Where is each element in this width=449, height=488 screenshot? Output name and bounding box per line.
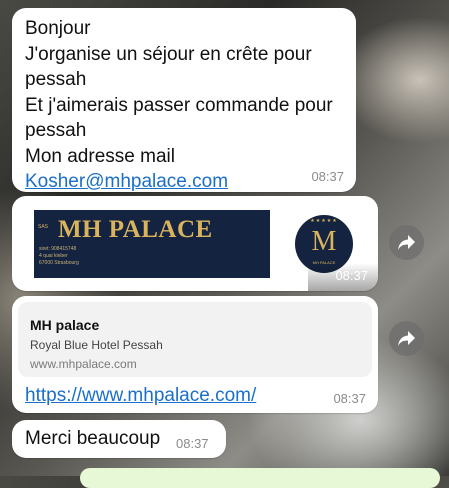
message-timestamp: 08:37	[335, 268, 368, 283]
link-preview-card[interactable]: MH palace Royal Blue Hotel Pessah www.mh…	[18, 302, 372, 377]
link-preview-domain: www.mhpalace.com	[30, 357, 137, 371]
banner-siret: siret: 908415748	[39, 246, 77, 252]
logo-stars: ★★★★★	[310, 218, 338, 224]
forward-icon	[398, 235, 415, 250]
message-timestamp: 08:37	[333, 391, 366, 406]
message-line: pessah	[25, 120, 87, 141]
message-line: pessah	[25, 69, 87, 90]
message-bubble-image[interactable]: SAS MH PALACE siret: 908415748 4 quai kl…	[12, 196, 378, 291]
message-timestamp: 08:37	[311, 169, 344, 184]
message-bubble-thanks[interactable]: Merci beaucoup 08:37	[12, 420, 226, 458]
website-link[interactable]: https://www.mhpalace.com/	[25, 385, 256, 407]
mh-palace-banner-image[interactable]: SAS MH PALACE siret: 908415748 4 quai kl…	[34, 210, 270, 278]
email-link[interactable]: Kosher@mhpalace.com	[25, 169, 333, 195]
outgoing-message-bubble-partial[interactable]	[80, 468, 440, 488]
message-timestamp: 08:37	[176, 436, 209, 451]
banner-brand-name: MH PALACE	[58, 216, 213, 243]
logo-monogram: M	[311, 226, 337, 257]
message-line: Mon adresse mail	[25, 145, 175, 167]
message-line: J'organise un séjour en crête pour	[25, 43, 312, 65]
forward-button[interactable]	[389, 225, 424, 260]
message-line: Bonjour	[25, 18, 91, 39]
banner-address: siret: 908415748 4 quai kleber 67000 Str…	[39, 246, 79, 267]
forward-button[interactable]	[389, 321, 424, 356]
forward-icon	[398, 331, 415, 346]
banner-city: 67000 Strasbourg	[39, 260, 79, 266]
message-bubble-link[interactable]: MH palace Royal Blue Hotel Pessah www.mh…	[12, 296, 378, 413]
link-preview-description: Royal Blue Hotel Pessah	[30, 338, 163, 352]
banner-sas-label: SAS	[38, 224, 49, 230]
link-preview-title: MH palace	[30, 317, 100, 333]
banner-street: 4 quai kleber	[39, 253, 68, 259]
message-text: Merci beaucoup	[25, 428, 161, 449]
message-line: Et j'aimerais passer commande pour	[25, 94, 333, 116]
message-bubble-request[interactable]: Bonjour J'organise un séjour en crête po…	[12, 8, 356, 192]
message-text: Bonjour J'organise un séjour en crête po…	[25, 16, 333, 195]
